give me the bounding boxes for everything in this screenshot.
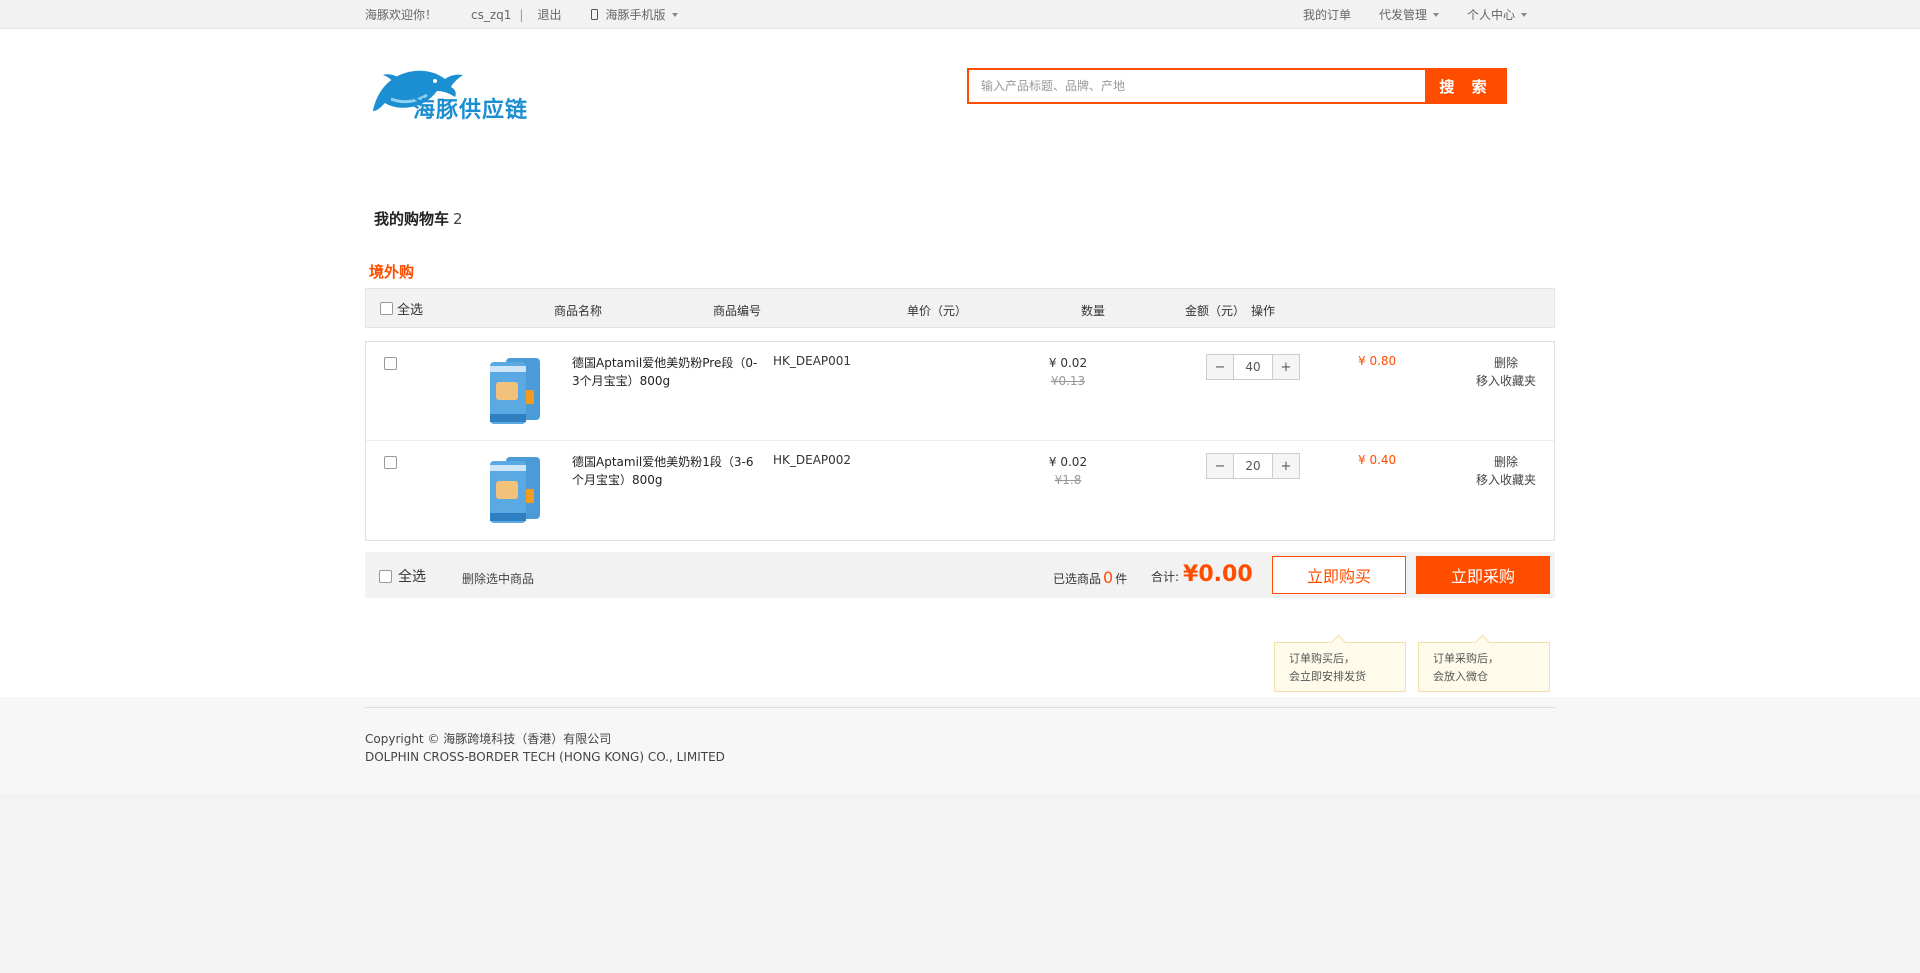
header: 海豚供应链 搜 索 (365, 29, 1555, 161)
logo-text: 海豚供应链 (413, 98, 529, 123)
unit-price: ¥ 0.02 ¥1.8 (1038, 453, 1098, 489)
table-header: 全选 商品名称 商品编号 单价（元） 数量 金额（元） 操作 (365, 288, 1555, 328)
cart-items: 德国Aptamil爱他美奶粉Pre段（0-3个月宝宝）800g HK_DEAP0… (365, 341, 1555, 541)
decrease-button[interactable]: − (1206, 354, 1234, 380)
username-link[interactable]: cs_zq1 (471, 8, 511, 22)
top-bar: 海豚欢迎你！ cs_zq1 | 退出 海豚手机版 我的订单 代发管理 个人中心 (0, 0, 1920, 29)
column-code: 商品编号 (713, 304, 762, 318)
cart-title: 我的购物车 (374, 210, 450, 228)
selected-unit: 件 (1115, 572, 1128, 586)
current-price: ¥ 0.02 (1048, 455, 1088, 469)
site-footer: Copyright © 海豚跨境科技（香港）有限公司 DOLPHIN CROSS… (0, 697, 1920, 794)
item-checkbox[interactable] (384, 456, 397, 469)
chevron-down-icon (1521, 12, 1527, 17)
product-image[interactable] (486, 453, 544, 525)
move-to-favorites-link[interactable]: 移入收藏夹 (1466, 471, 1546, 489)
column-unit-price: 单价（元） (907, 304, 968, 318)
table-row: 德国Aptamil爱他美奶粉Pre段（0-3个月宝宝）800g HK_DEAP0… (366, 342, 1554, 441)
increase-button[interactable]: + (1272, 453, 1300, 479)
checkout-bar: 全选 删除选中商品 已选商品 0 件 合计: ¥0.00 立即购买 立即采购 (365, 552, 1555, 598)
product-name[interactable]: 德国Aptamil爱他美奶粉Pre段（0-3个月宝宝）800g (572, 354, 760, 390)
selected-count: 已选商品 0 件 (1053, 568, 1127, 587)
column-name: 商品名称 (554, 304, 603, 318)
item-actions: 删除 移入收藏夹 (1466, 453, 1546, 489)
welcome-text: 海豚欢迎你！ (365, 8, 438, 22)
my-orders-link[interactable]: 我的订单 (1303, 6, 1351, 23)
selected-label: 已选商品 (1053, 572, 1102, 586)
personal-center-label: 个人中心 (1466, 8, 1515, 22)
move-to-favorites-link[interactable]: 移入收藏夹 (1466, 372, 1546, 390)
tooltip-line: 订单采购后， (1433, 652, 1499, 665)
page-title: 我的购物车 2 (374, 208, 463, 229)
delete-link[interactable]: 删除 (1466, 453, 1546, 471)
delete-selected-link[interactable]: 删除选中商品 (462, 570, 534, 587)
select-all-header[interactable]: 全选 (380, 299, 423, 318)
decrease-button[interactable]: − (1206, 453, 1234, 479)
total: 合计: ¥0.00 (1151, 562, 1253, 587)
main-content: 海豚供应链 搜 索 我的购物车2 境外购 全选 商品名称 商品编号 单价（元） … (0, 29, 1920, 697)
tooltip-line: 订单购买后， (1289, 652, 1355, 665)
select-all-checkbox[interactable] (379, 569, 392, 583)
phone-icon (591, 9, 599, 20)
product-code: HK_DEAP002 (773, 453, 852, 467)
product-name[interactable]: 德国Aptamil爱他美奶粉1段（3-6个月宝宝）800g (572, 453, 760, 489)
total-amount: ¥0.00 (1183, 562, 1253, 587)
company-name-en: DOLPHIN CROSS-BORDER TECH (HONG KONG) CO… (365, 750, 725, 764)
column-action: 操作 (1251, 304, 1276, 318)
increase-button[interactable]: + (1272, 354, 1300, 380)
quantity-stepper: − 40 + (1206, 354, 1300, 380)
chevron-down-icon (671, 12, 678, 17)
selected-number: 0 (1103, 568, 1114, 587)
current-price: ¥ 0.02 (1048, 356, 1088, 370)
item-checkbox[interactable] (384, 357, 397, 370)
tooltip-line: 会放入微仓 (1433, 670, 1488, 683)
table-row: 德国Aptamil爱他美奶粉1段（3-6个月宝宝）800g HK_DEAP002… (366, 441, 1554, 540)
search-button[interactable]: 搜 索 (1425, 68, 1507, 104)
purchase-tooltip: 订单采购后， 会放入微仓 (1418, 642, 1550, 692)
personal-center-menu[interactable]: 个人中心 (1467, 6, 1527, 23)
column-quantity: 数量 (1081, 304, 1106, 318)
select-all-label: 全选 (398, 569, 426, 585)
select-all-footer[interactable]: 全选 (379, 566, 426, 586)
quantity-stepper: − 20 + (1206, 453, 1300, 479)
copyright-text: Copyright © 海豚跨境科技（香港）有限公司 (365, 732, 612, 746)
delete-link[interactable]: 删除 (1466, 354, 1546, 372)
search-bar: 搜 索 (967, 68, 1507, 104)
select-all-checkbox[interactable] (380, 302, 393, 315)
unit-price: ¥ 0.02 ¥0.13 (1038, 354, 1098, 390)
search-input[interactable] (967, 68, 1425, 104)
dropship-label: 代发管理 (1378, 8, 1427, 22)
column-amount: 金额（元） (1185, 304, 1246, 318)
product-code: HK_DEAP001 (773, 354, 852, 368)
cart-count: 2 (453, 210, 463, 228)
quantity-input[interactable]: 40 (1234, 354, 1272, 380)
item-amount: ¥ 0.40 (1358, 453, 1397, 467)
item-actions: 删除 移入收藏夹 (1466, 354, 1546, 390)
divider: | (519, 7, 524, 22)
logo[interactable]: 海豚供应链 (371, 49, 531, 129)
tooltip-line: 会立即安排发货 (1289, 670, 1366, 683)
chevron-down-icon (1432, 12, 1439, 17)
logout-link[interactable]: 退出 (537, 6, 561, 23)
total-label: 合计: (1151, 570, 1180, 584)
select-all-label: 全选 (397, 303, 424, 318)
buy-tooltip: 订单购买后， 会立即安排发货 (1274, 642, 1406, 692)
item-amount: ¥ 0.80 (1358, 354, 1397, 368)
buy-now-button[interactable]: 立即购买 (1272, 556, 1406, 594)
quantity-input[interactable]: 20 (1234, 453, 1272, 479)
mobile-version-label: 海豚手机版 (605, 8, 666, 22)
original-price: ¥0.13 (1050, 374, 1086, 388)
dropship-menu[interactable]: 代发管理 (1379, 6, 1439, 23)
purchase-now-button[interactable]: 立即采购 (1416, 556, 1550, 594)
product-image[interactable] (486, 354, 544, 426)
original-price: ¥1.8 (1054, 473, 1082, 487)
mobile-version-link[interactable]: 海豚手机版 (591, 6, 678, 23)
